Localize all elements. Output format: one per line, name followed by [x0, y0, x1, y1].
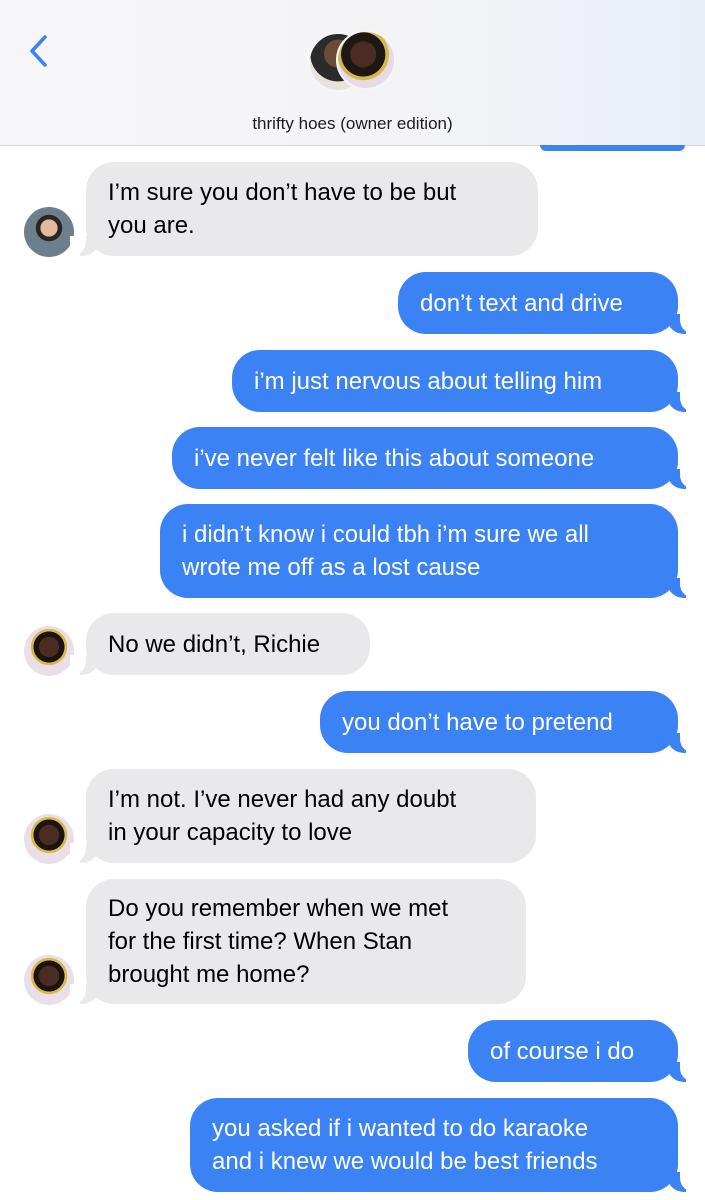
message-bubble[interactable]: i didn’t know i could tbh i’m sure we al… [160, 504, 678, 598]
message-bubble[interactable]: i’m just nervous about telling him [232, 350, 678, 412]
group-avatar[interactable] [308, 30, 398, 102]
back-button[interactable] [18, 28, 58, 74]
message-bubble[interactable]: I’m not. I’ve never had any doubt in you… [86, 769, 536, 863]
message-text: I’m sure you don’t have to be but you ar… [108, 179, 457, 239]
message-bubble[interactable]: you asked if i wanted to do karaoke and … [190, 1098, 678, 1192]
sender-avatar[interactable] [24, 207, 74, 257]
message-bubble[interactable]: Do you remember when we met for the firs… [86, 879, 526, 1004]
group-member-avatar [336, 30, 396, 90]
sender-avatar[interactable] [24, 955, 74, 1005]
conversation-title[interactable]: thrifty hoes (owner edition) [0, 114, 705, 134]
sender-avatar[interactable] [24, 814, 74, 864]
chevron-left-icon [30, 35, 47, 67]
conversation-header: thrifty hoes (owner edition) [0, 0, 705, 146]
message-text: i didn’t know i could tbh i’m sure we al… [182, 521, 589, 581]
scrolled-bubble-edge [540, 145, 685, 151]
message-text: Do you remember when we met for the firs… [108, 895, 449, 988]
message-bubble[interactable]: I’m sure you don’t have to be but you ar… [86, 162, 538, 256]
message-text: i’m just nervous about telling him [254, 367, 603, 395]
message-text: i’ve never felt like this about someone [194, 444, 595, 472]
message-bubble[interactable]: No we didn’t, Richie [86, 613, 370, 675]
message-text: No we didn’t, Richie [108, 630, 321, 658]
message-text: don’t text and drive [420, 289, 623, 317]
message-text: of course i do [490, 1037, 635, 1065]
message-bubble[interactable]: i’ve never felt like this about someone [172, 427, 678, 489]
message-bubble[interactable]: don’t text and drive [398, 272, 678, 334]
message-bubble[interactable]: of course i do [468, 1020, 678, 1082]
message-text: you asked if i wanted to do karaoke and … [212, 1115, 598, 1175]
message-text: I’m not. I’ve never had any doubt in you… [108, 786, 457, 846]
message-thread: I’m sure you don’t have to be but you ar… [0, 0, 705, 1200]
message-text: you don’t have to pretend [342, 708, 613, 736]
sender-avatar[interactable] [24, 626, 74, 676]
message-bubble[interactable]: you don’t have to pretend [320, 691, 678, 753]
